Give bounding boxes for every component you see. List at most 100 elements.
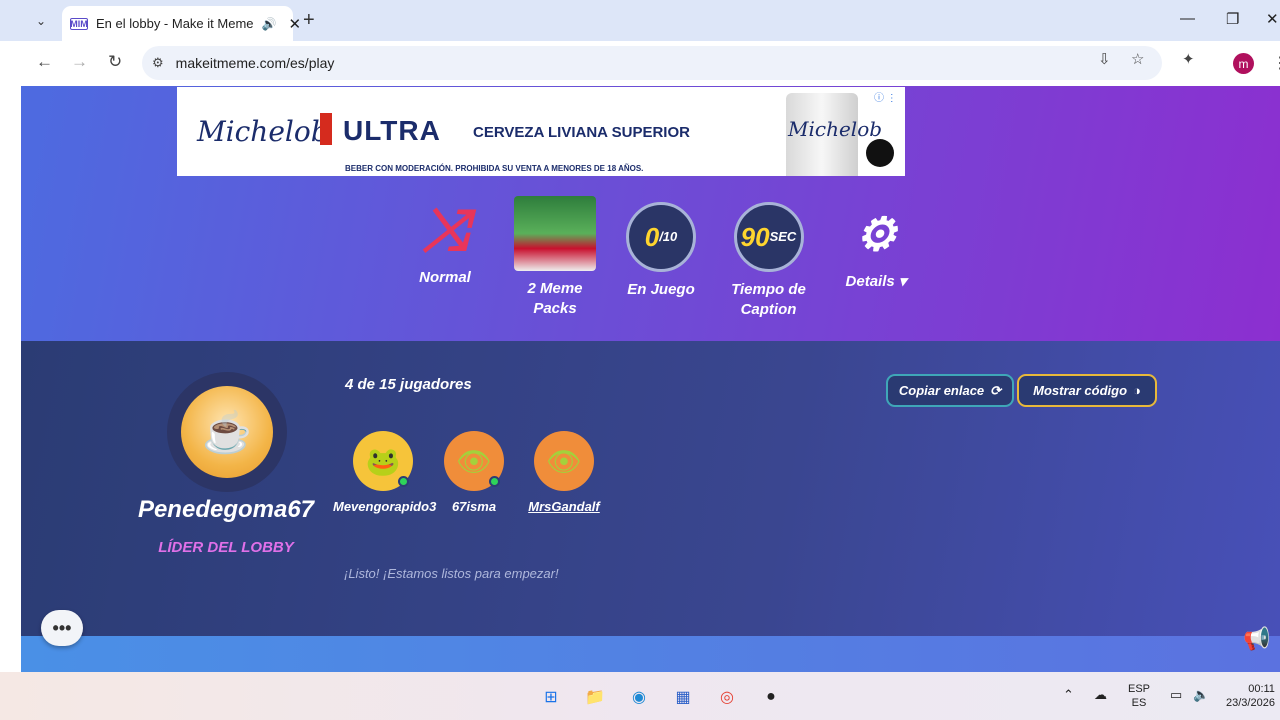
mike-avatar-icon: 👁	[444, 431, 504, 491]
copy-link-label: Copiar enlace	[898, 383, 985, 398]
profile-avatar[interactable]: m	[1233, 53, 1254, 74]
lang-line-1: ESP	[1128, 683, 1151, 695]
cloud-off-icon[interactable]: ☁	[1094, 687, 1107, 703]
minimize-icon[interactable]: —	[1180, 10, 1195, 27]
bookmark-star-icon[interactable]: ☆	[1131, 50, 1144, 68]
file-explorer-icon[interactable]: 📁	[582, 684, 608, 710]
clock-time: 00:11	[1248, 683, 1275, 695]
close-tab-icon[interactable]: ✕	[288, 15, 301, 33]
ad-badge-icon	[866, 139, 894, 167]
chrome-icon[interactable]: ◎	[714, 684, 740, 710]
chat-icon[interactable]: •••	[41, 610, 83, 646]
rounds-setting[interactable]: 0/10 En Juego	[621, 202, 701, 300]
caption-label-2: Caption	[740, 301, 797, 318]
gear-icon: ⚙	[855, 208, 897, 260]
url-text: makeitmeme.com/es/play	[175, 55, 335, 71]
clock[interactable]: 00:11 23/3/2026	[1226, 682, 1275, 710]
page-content: Michelob ULTRA CERVEZA LIVIANA SUPERIOR …	[21, 86, 1280, 672]
language-indicator[interactable]: ESP ES	[1128, 682, 1150, 710]
ad-brand: Michelob	[197, 115, 329, 148]
ad-tagline: CERVEZA LIVIANA SUPERIOR	[473, 124, 690, 141]
online-indicator	[489, 476, 500, 487]
online-indicator	[398, 476, 409, 487]
details-setting[interactable]: ⚙ Details ▾	[836, 204, 916, 292]
ad-banner[interactable]: Michelob ULTRA CERVEZA LIVIANA SUPERIOR …	[177, 87, 905, 176]
ad-red-bar	[320, 113, 332, 145]
install-app-icon[interactable]: ⇩	[1098, 50, 1111, 68]
tab-favicon-icon: MIM	[70, 17, 88, 30]
timer-dial-icon: 90 SEC	[733, 202, 804, 272]
active-tab[interactable]: MIM En el lobby - Make it Meme 🔊 ✕	[62, 6, 301, 41]
windows-start-icon[interactable]: ⊞	[538, 684, 564, 710]
store-icon[interactable]: ▦	[670, 684, 696, 710]
hero-section: Michelob ULTRA CERVEZA LIVIANA SUPERIOR …	[21, 86, 1280, 341]
caption-time-unit: SEC	[769, 229, 797, 244]
ready-status: ¡Listo! ¡Estamos listos para empezar!	[344, 566, 559, 581]
leader-avatar: ☕	[167, 372, 287, 492]
tab-title: En el lobby - Make it Meme	[96, 16, 254, 31]
mode-label: Normal	[419, 269, 471, 286]
restore-icon[interactable]: ❐	[1226, 10, 1239, 28]
ad-can-label: Michelob	[788, 117, 883, 141]
edge-icon[interactable]: ◉	[626, 684, 652, 710]
back-icon[interactable]: ←	[36, 52, 53, 72]
rounds-dial-icon: 0/10	[626, 202, 696, 272]
player-card[interactable]: 👁 67isma	[424, 431, 524, 514]
player-count: 4 de 15 jugadores	[345, 376, 472, 393]
ad-disclaimer: BEBER CON MODERACIÓN. PROHIBIDA SU VENTA…	[345, 164, 644, 173]
tab-search-button[interactable]: ⌄	[28, 8, 54, 34]
address-bar[interactable]: ⚙ makeitmeme.com/es/play	[142, 46, 1162, 80]
copy-link-button[interactable]: Copiar enlace ⟳	[886, 374, 1014, 407]
packs-setting[interactable]: 2 Meme Packs	[505, 196, 605, 319]
chevron-up-icon[interactable]: ⌃	[1063, 687, 1074, 703]
speaker-icon[interactable]: 🔊	[262, 17, 277, 31]
details-label: Details	[845, 273, 895, 290]
caption-time-value: 90	[740, 222, 770, 252]
show-code-label: Mostrar código	[1033, 383, 1128, 398]
player-card[interactable]: 👁 MrsGandalf	[514, 431, 614, 514]
reload-icon[interactable]: ↻	[108, 52, 122, 72]
link-icon: ⟳	[990, 382, 1002, 398]
volume-icon[interactable]: 🔈	[1193, 687, 1209, 703]
taskbar: ⊞ 📁 ◉ ▦ ◎ ● ⌃ ☁ ESP ES ▭ 🔈 00:11 23/3/20…	[0, 672, 1280, 720]
rounds-label: En Juego	[627, 281, 695, 298]
mode-setting[interactable]: ⤨ Normal	[405, 200, 485, 288]
page-footer	[21, 636, 1280, 672]
close-window-icon[interactable]: ✕	[1266, 10, 1279, 28]
lang-line-2: ES	[1131, 697, 1147, 709]
tab-bar: ⌄ MIM En el lobby - Make it Meme 🔊 ✕ + —…	[0, 0, 1280, 41]
eye-icon: ◑	[1133, 383, 1141, 398]
menu-icon[interactable]: ⋮	[1272, 53, 1280, 73]
show-code-button[interactable]: Mostrar código ◑	[1017, 374, 1157, 407]
ad-product: ULTRA	[343, 115, 441, 146]
shuffle-icon: ⤨	[421, 197, 469, 262]
meme-pack-image	[514, 196, 596, 271]
obs-icon[interactable]: ●	[758, 684, 784, 710]
leader-role: LÍDER DEL LOBBY	[158, 539, 294, 556]
caption-label-1: Tiempo de	[731, 281, 806, 298]
player-card[interactable]: 🐸 Mevengorapido3	[333, 431, 437, 514]
player-name[interactable]: MrsGandalf	[514, 499, 614, 514]
ad-info-icon[interactable]: ⓘ ⋮	[874, 89, 897, 104]
player-name: Mevengorapido3	[333, 499, 437, 514]
clock-date: 23/3/2026	[1226, 697, 1275, 709]
lobby-section: ☕ Penedegoma67 LÍDER DEL LOBBY 4 de 15 j…	[21, 341, 1280, 636]
site-settings-icon[interactable]: ⚙	[152, 55, 164, 71]
leader-name: Penedegoma67	[137, 496, 315, 523]
caption-time-setting[interactable]: 90 SEC Tiempo de Caption	[726, 202, 811, 320]
mike-avatar-icon: 👁	[534, 431, 594, 491]
rounds-total: /10	[659, 229, 678, 244]
extensions-icon[interactable]: ✦	[1182, 50, 1195, 68]
packs-label: 2 Meme Packs	[527, 280, 583, 317]
caret-down-icon: ▾	[898, 273, 907, 290]
new-tab-button[interactable]: +	[303, 9, 315, 32]
browser-window: ⌄ MIM En el lobby - Make it Meme 🔊 ✕ + —…	[0, 0, 1280, 672]
browser-toolbar: ← → ↻ ⚙ makeitmeme.com/es/play ⇩ ☆ ✦ m ⋮	[0, 41, 1280, 86]
coffee-cup-avatar-icon: ☕	[181, 386, 273, 478]
rounds-value: 0	[644, 222, 660, 252]
pepe-avatar-icon: 🐸	[353, 431, 413, 491]
forward-icon[interactable]: →	[71, 52, 88, 72]
player-name: 67isma	[451, 499, 497, 514]
network-icon[interactable]: ▭	[1170, 687, 1182, 703]
megaphone-icon[interactable]: 📢	[1243, 626, 1270, 652]
